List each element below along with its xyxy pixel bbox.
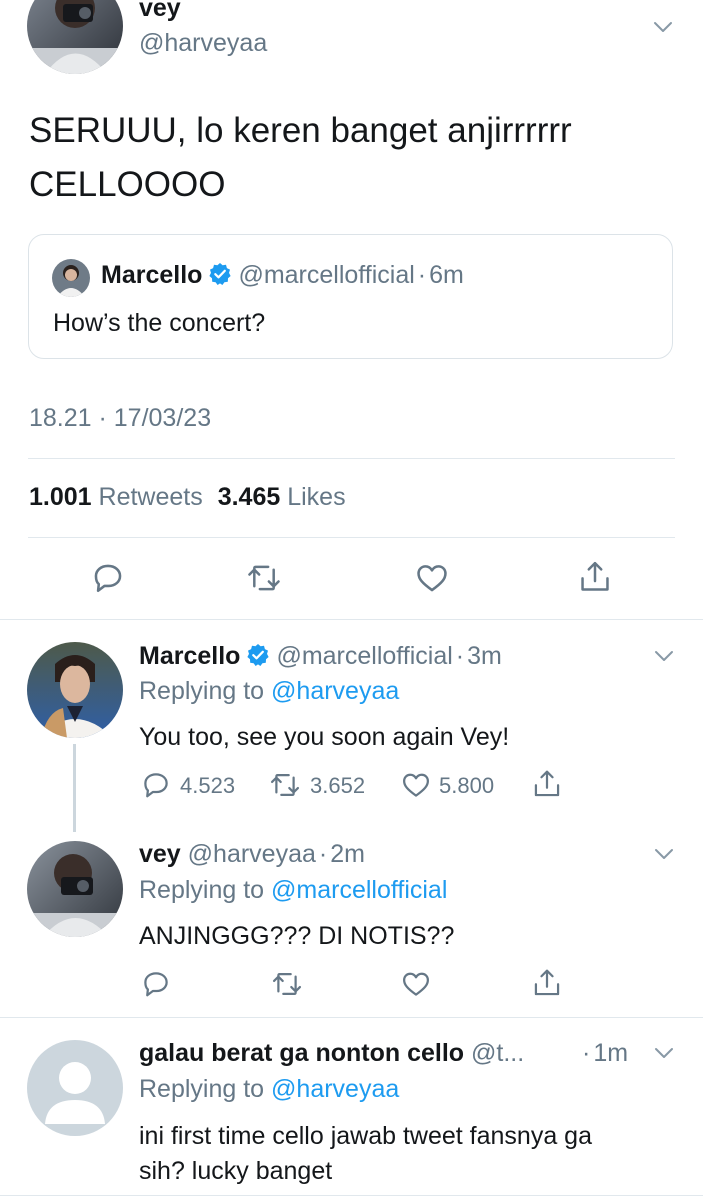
- replying-to-label: Replying to: [139, 1075, 265, 1103]
- divider: [0, 1017, 703, 1018]
- retweet-icon[interactable]: [269, 770, 301, 800]
- engagement-stats: 1.001 Retweets 3.465 Likes: [29, 483, 346, 512]
- reply-count: 4.523: [180, 773, 236, 798]
- divider: [28, 537, 675, 538]
- avatar: [52, 259, 90, 297]
- avatar[interactable]: [27, 642, 123, 738]
- chevron-down-icon[interactable]: [652, 16, 674, 38]
- chevron-down-icon[interactable]: [653, 645, 675, 667]
- like-count: 5.800: [439, 773, 495, 798]
- author-handle[interactable]: @marcellofficial: [276, 642, 452, 670]
- tweet-text-line-2: CELLOOOO: [29, 165, 226, 204]
- divider: [0, 619, 703, 620]
- retweet-icon[interactable]: [271, 969, 303, 999]
- tweet-text-line-1: SERUUU, lo keren banget anjirrrrrr: [29, 111, 572, 150]
- divider: [0, 1195, 703, 1196]
- quote-text: How’s the concert?: [53, 309, 266, 337]
- quote-author-handle: @marcellofficial: [238, 261, 415, 289]
- verified-badge-icon: [246, 643, 270, 667]
- replying-to-label: Replying to: [139, 876, 265, 904]
- author-name[interactable]: vey: [139, 0, 181, 23]
- reply-icon[interactable]: [91, 561, 125, 595]
- like-icon[interactable]: [400, 770, 432, 800]
- tweet-text: You too, see you soon again Vey!: [139, 723, 510, 751]
- quoted-tweet[interactable]: Marcello @marcellofficial · 6m How’s the co…: [28, 234, 673, 359]
- like-icon[interactable]: [414, 561, 450, 595]
- tweet-time: 1m: [593, 1039, 629, 1067]
- replying-to-link[interactable]: @harveyaa: [271, 1075, 399, 1103]
- avatar[interactable]: [27, 841, 123, 937]
- tweet-time: 3m: [467, 642, 502, 670]
- default-avatar-icon[interactable]: [27, 1040, 123, 1136]
- share-icon[interactable]: [532, 768, 562, 800]
- author-name[interactable]: Marcello: [139, 642, 240, 670]
- reply-icon[interactable]: [141, 770, 171, 800]
- reply-icon[interactable]: [141, 969, 171, 999]
- tweet-text: ANJINGGG??? DI NOTIS??: [139, 922, 455, 950]
- separator-dot: ·: [582, 1039, 591, 1067]
- retweet-count: 3.652: [310, 773, 366, 798]
- tweet-timestamp[interactable]: 18.21 · 17/03/23: [29, 404, 211, 433]
- verified-badge-icon: [208, 262, 232, 286]
- replying-to-label: Replying to: [139, 677, 265, 705]
- retweets-label[interactable]: Retweets: [99, 483, 203, 511]
- author-name[interactable]: vey: [139, 840, 181, 868]
- tweet-text-line-1: ini first time cello jawab tweet fansnya…: [139, 1122, 592, 1150]
- retweet-icon[interactable]: [246, 561, 282, 595]
- retweets-count[interactable]: 1.001: [29, 483, 92, 511]
- replying-to-link[interactable]: @harveyaa: [271, 677, 399, 705]
- separator-dot: ·: [417, 261, 427, 289]
- separator-dot: ·: [455, 642, 465, 670]
- like-icon[interactable]: [400, 969, 432, 999]
- avatar[interactable]: [27, 0, 123, 74]
- chevron-down-icon[interactable]: [653, 1042, 675, 1064]
- author-handle[interactable]: @harveyaa: [188, 840, 316, 868]
- replying-to-link[interactable]: @marcellofficial: [271, 876, 447, 904]
- divider: [28, 458, 675, 459]
- quote-author-name: Marcello: [101, 261, 203, 289]
- quote-time: 6m: [429, 261, 464, 289]
- author-handle[interactable]: @t...: [471, 1039, 524, 1067]
- separator-dot: ·: [318, 840, 328, 868]
- author-handle[interactable]: @harveyaa: [139, 29, 267, 58]
- tweet-time: 2m: [330, 840, 365, 868]
- share-icon[interactable]: [532, 967, 562, 999]
- chevron-down-icon[interactable]: [653, 843, 675, 865]
- share-icon[interactable]: [578, 559, 612, 595]
- likes-count[interactable]: 3.465: [218, 483, 281, 511]
- thread-line: [73, 744, 76, 832]
- likes-label[interactable]: Likes: [287, 483, 345, 511]
- tweet-text-line-2: sih? lucky banget: [139, 1157, 333, 1185]
- author-name[interactable]: galau berat ga nonton cello: [139, 1039, 464, 1067]
